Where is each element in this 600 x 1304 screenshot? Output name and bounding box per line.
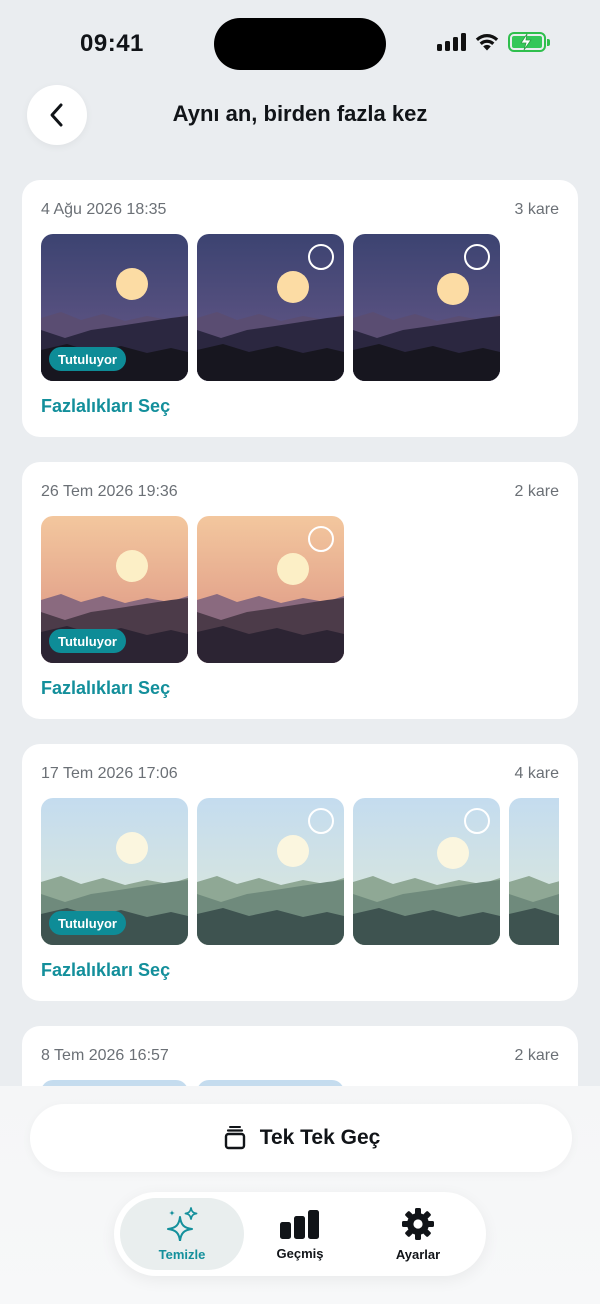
photo-thumbnail[interactable] bbox=[197, 234, 344, 381]
group-count: 2 kare bbox=[514, 1047, 559, 1064]
status-time: 09:41 bbox=[80, 30, 144, 57]
keep-badge: Tutuluyor bbox=[49, 629, 126, 653]
photo-thumbnail[interactable] bbox=[197, 798, 344, 945]
group-count: 4 kare bbox=[514, 765, 559, 782]
photo-thumbnail[interactable]: Tutuluyor bbox=[41, 798, 188, 945]
photo-thumbnail[interactable] bbox=[197, 516, 344, 663]
keep-badge: Tutuluyor bbox=[49, 347, 126, 371]
status-bar: 09:41 bbox=[0, 0, 600, 88]
select-circle[interactable] bbox=[308, 244, 334, 270]
bar-chart-icon bbox=[280, 1209, 319, 1239]
group-date: 4 Ağu 2026 18:35 bbox=[41, 201, 167, 218]
group-date: 17 Tem 2026 17:06 bbox=[41, 765, 178, 782]
landscape-image bbox=[509, 798, 559, 945]
thumbnail-row: Tutuluyor bbox=[41, 516, 559, 663]
sparkles-icon bbox=[167, 1206, 198, 1241]
group-card: 4 Ağu 2026 18:35 3 kare Tutuluyor Fazlal… bbox=[22, 180, 578, 437]
select-duplicates-link[interactable]: Fazlalıkları Seç bbox=[41, 960, 170, 981]
tab-bar: Temizle Geçmiş Ayarlar bbox=[114, 1192, 486, 1276]
photo-thumbnail[interactable]: Tutuluyor bbox=[41, 234, 188, 381]
select-circle[interactable] bbox=[464, 808, 490, 834]
tab-ayarlar[interactable]: Ayarlar bbox=[356, 1198, 480, 1270]
tab-temizle[interactable]: Temizle bbox=[120, 1198, 244, 1270]
group-card: 26 Tem 2026 19:36 2 kare Tutuluyor Fazla… bbox=[22, 462, 578, 719]
wifi-icon bbox=[475, 34, 499, 51]
battery-icon bbox=[508, 32, 550, 52]
tab-label: Temizle bbox=[158, 1246, 206, 1262]
photo-thumbnail[interactable]: Tutuluyor bbox=[41, 516, 188, 663]
group-date: 8 Tem 2026 16:57 bbox=[41, 1047, 169, 1064]
cellular-signal-icon bbox=[437, 33, 466, 51]
select-duplicates-link[interactable]: Fazlalıkları Seç bbox=[41, 678, 170, 699]
group-card: 17 Tem 2026 17:06 4 kare Tutuluyor Fazla… bbox=[22, 744, 578, 1001]
stack-icon bbox=[224, 1126, 245, 1150]
group-date: 26 Tem 2026 19:36 bbox=[41, 483, 178, 500]
select-duplicates-link[interactable]: Fazlalıkları Seç bbox=[41, 396, 170, 417]
select-circle[interactable] bbox=[308, 808, 334, 834]
gear-icon bbox=[402, 1207, 434, 1240]
tab-label: Ayarlar bbox=[395, 1246, 441, 1262]
dynamic-island bbox=[214, 18, 386, 70]
tab-label: Geçmiş bbox=[276, 1245, 324, 1261]
photo-thumbnail[interactable] bbox=[353, 234, 500, 381]
page-title: Aynı an, birden fazla kez bbox=[172, 101, 428, 126]
tab-gecmis[interactable]: Geçmiş bbox=[238, 1198, 362, 1270]
thumbnail-row: Tutuluyor bbox=[41, 798, 559, 945]
bottom-bar: Tek Tek Geç Temizle Geçmiş Ayarlar bbox=[0, 1086, 600, 1304]
swipe-one-by-one-button[interactable]: Tek Tek Geç bbox=[30, 1104, 572, 1172]
swipe-button-label: Tek Tek Geç bbox=[259, 1126, 381, 1149]
status-icons bbox=[437, 32, 550, 52]
thumbnail-row: Tutuluyor bbox=[41, 234, 559, 381]
group-count: 3 kare bbox=[514, 201, 559, 218]
photo-thumbnail[interactable] bbox=[353, 798, 500, 945]
keep-badge: Tutuluyor bbox=[49, 911, 126, 935]
select-circle[interactable] bbox=[308, 526, 334, 552]
select-circle[interactable] bbox=[464, 244, 490, 270]
group-count: 2 kare bbox=[514, 483, 559, 500]
photo-thumbnail[interactable] bbox=[509, 798, 559, 945]
